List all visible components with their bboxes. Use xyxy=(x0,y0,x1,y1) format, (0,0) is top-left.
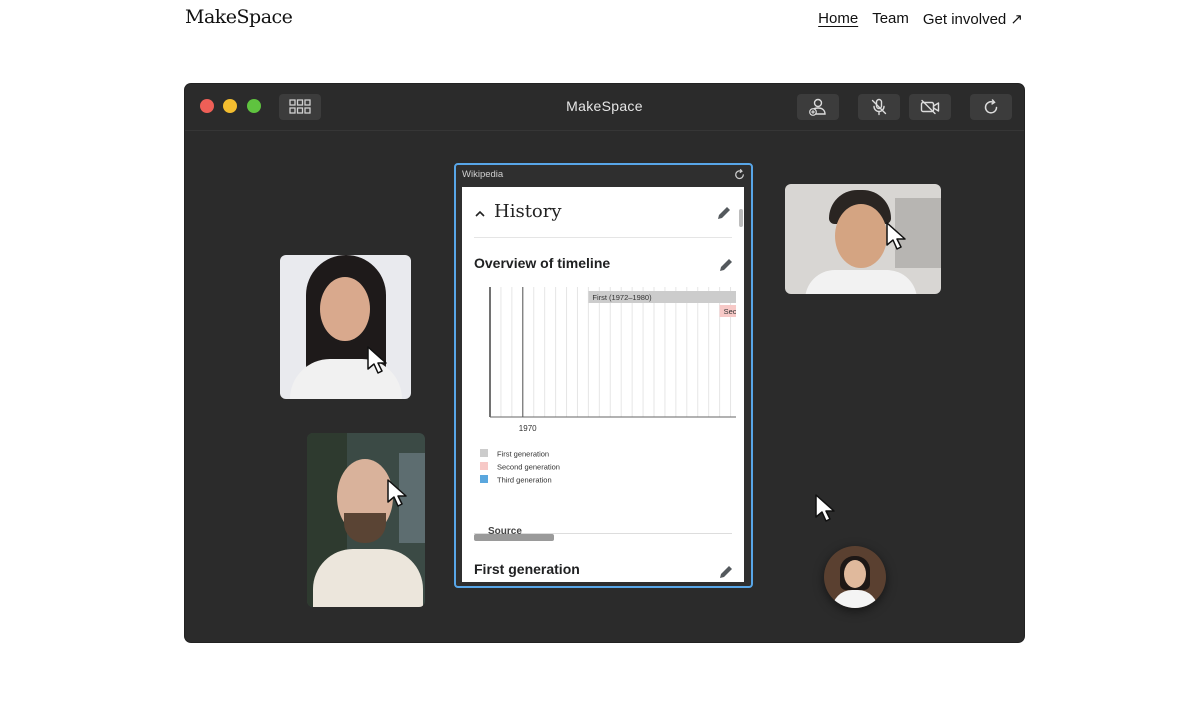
window-titlebar: MakeSpace xyxy=(185,84,1024,131)
mic-off-icon xyxy=(871,98,887,116)
participant-video-man-young[interactable] xyxy=(785,184,941,294)
participant-video-bubble[interactable] xyxy=(824,546,886,608)
source-label: Source xyxy=(488,526,522,537)
edit-icon[interactable] xyxy=(716,205,732,221)
participant-video-man-bearded[interactable] xyxy=(307,433,425,607)
subsection-heading-overview: Overview of timeline xyxy=(474,255,611,271)
timeline-bar-label: Second (1976–1992) xyxy=(724,307,736,316)
camera-off-icon xyxy=(920,99,940,115)
remote-cursor-icon xyxy=(387,479,407,507)
add-participant-button[interactable] xyxy=(797,94,839,120)
edit-icon[interactable] xyxy=(718,564,734,580)
x-tick-label: 1970 xyxy=(519,424,537,433)
mute-mic-button[interactable] xyxy=(858,94,900,120)
remote-cursor-icon xyxy=(886,222,906,250)
legend-swatch xyxy=(480,475,488,483)
legend-entry: Third generation xyxy=(497,476,552,485)
remote-cursor-icon xyxy=(367,346,387,374)
local-cursor-icon xyxy=(815,494,835,522)
site-logo[interactable]: MakeSpace xyxy=(185,6,293,28)
panel-label: Wikipedia xyxy=(462,169,504,180)
refresh-button[interactable] xyxy=(970,94,1012,120)
panel-refresh-icon[interactable] xyxy=(734,169,745,180)
site-nav: Home Team Get involved ↗ xyxy=(818,10,1023,28)
timeline-chart-svg: 19701980First (1972–1980)Second (1976–19… xyxy=(480,287,744,485)
nav-link-get-involved[interactable]: Get involved ↗ xyxy=(923,10,1023,28)
app-window: MakeSpace Wikipedia History Overview of … xyxy=(185,84,1024,642)
section-heading-history: History xyxy=(494,201,562,222)
nav-link-team[interactable]: Team xyxy=(872,10,909,28)
legend-entry: First generation xyxy=(497,450,549,459)
subsection-heading-first-generation: First generation xyxy=(474,561,580,577)
chevron-up-icon[interactable] xyxy=(474,208,486,220)
legend-entry: Second generation xyxy=(497,463,560,472)
timeline-bar-label: First (1972–1980) xyxy=(592,293,652,302)
timeline-chart: 19701980First (1972–1980)Second (1976–19… xyxy=(480,287,744,497)
page-scrollbar[interactable] xyxy=(739,209,743,227)
legend-swatch xyxy=(480,449,488,457)
source-strip: Source xyxy=(474,526,732,542)
add-person-icon xyxy=(809,98,826,116)
wikipedia-page[interactable]: History Overview of timeline 19701980Fir… xyxy=(462,187,744,582)
refresh-icon xyxy=(984,99,998,114)
shared-browser-panel[interactable]: Wikipedia History Overview of timeline 1… xyxy=(454,163,753,588)
legend-swatch xyxy=(480,462,488,470)
participant-video-woman[interactable] xyxy=(280,255,411,399)
camera-off-button[interactable] xyxy=(909,94,951,120)
panel-header: Wikipedia xyxy=(456,165,751,185)
nav-link-home[interactable]: Home xyxy=(818,10,858,28)
history-section-header[interactable]: History xyxy=(474,201,732,238)
edit-icon[interactable] xyxy=(718,257,734,273)
